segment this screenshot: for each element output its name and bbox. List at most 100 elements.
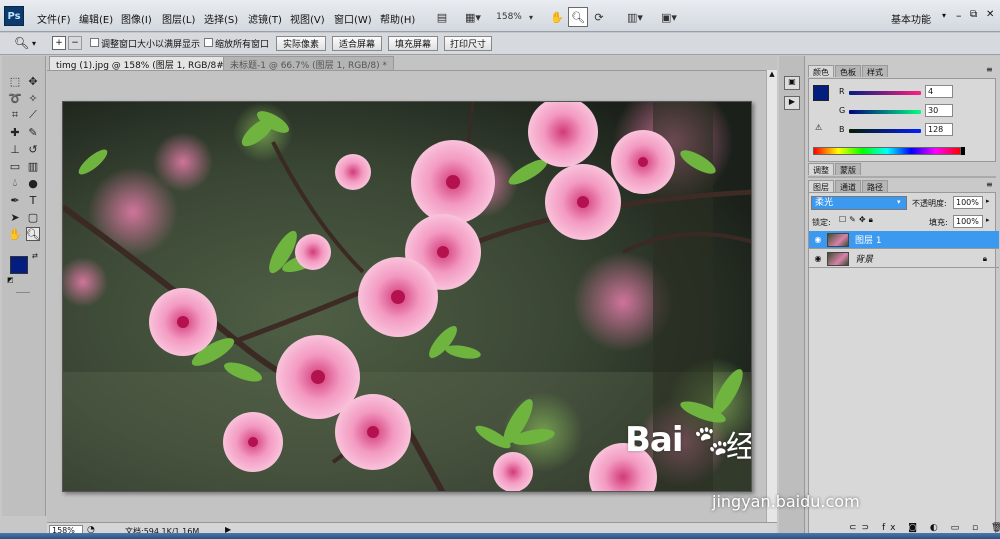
lock-options-icons[interactable]: ☐✎✥🔒︎ — [839, 215, 876, 225]
r-value-field[interactable]: 4 — [925, 85, 953, 98]
swap-colors-icon[interactable]: ⇄ — [32, 252, 38, 260]
b-value-field[interactable]: 128 — [925, 123, 953, 136]
menu-edit[interactable]: 编辑(E) — [79, 11, 113, 26]
bridge-icon[interactable]: ▤ — [433, 7, 451, 27]
panel-menu-icon[interactable]: ≡ — [986, 180, 993, 189]
layer-row[interactable]: ◉ 背景 🔒︎ — [809, 250, 999, 268]
marquee-tool-icon[interactable]: ⬚ — [8, 74, 22, 88]
tab-channels[interactable]: 通道 — [835, 180, 861, 192]
hand-tool-icon[interactable]: ✋ — [8, 227, 22, 241]
restore-icon[interactable]: ⧉ — [970, 9, 977, 20]
clone-stamp-tool-icon[interactable]: ⊥ — [8, 142, 22, 156]
panel-menu-icon[interactable]: ≡ — [986, 65, 993, 74]
g-slider[interactable] — [849, 110, 921, 114]
chevron-down-icon[interactable]: ▾ — [526, 7, 536, 27]
right-panel: 颜色 色板 样式 ≡ R 4 G 30 ⚠ B 128 调整 蒙版 图层 通道 … — [806, 56, 1000, 539]
layer-row-selected[interactable]: ◉ 图层 1 — [809, 231, 999, 249]
visibility-eye-icon[interactable]: ◉ — [813, 254, 823, 264]
scroll-up-icon[interactable]: ▲ — [767, 70, 777, 78]
screen-mode-icon[interactable]: ▣▾ — [656, 7, 682, 27]
rotate-view-icon[interactable]: ⟳ — [590, 7, 608, 27]
menu-view[interactable]: 视图(V) — [290, 11, 325, 26]
layer-name: 背景 — [855, 255, 874, 265]
zoom-in-icon[interactable]: + — [52, 36, 66, 50]
lock-icon: 🔒︎ — [982, 253, 987, 263]
panel-icon-strip: ▣ ▶ — [779, 56, 805, 539]
vertical-scrollbar[interactable]: ▲ — [766, 70, 777, 522]
zoom-tool-icon[interactable]: 🔍︎ — [568, 7, 588, 27]
visibility-eye-icon[interactable]: ◉ — [813, 235, 823, 245]
pen-tool-icon[interactable]: ✒ — [8, 193, 22, 207]
healing-brush-tool-icon[interactable]: ✚ — [8, 125, 22, 139]
path-selection-tool-icon[interactable]: ➤ — [8, 210, 22, 224]
menu-layer[interactable]: 图层(L) — [162, 11, 195, 26]
actual-pixels-button[interactable]: 实际像素 — [276, 36, 326, 51]
tab-color[interactable]: 颜色 — [808, 65, 834, 77]
move-tool-icon[interactable]: ✥ — [26, 74, 40, 88]
brush-tool-icon[interactable]: ✎ — [26, 125, 40, 139]
options-bar: 🔍︎ ▾ + − 调整窗口大小以满屏显示 缩放所有窗口 实际像素 适合屏幕 填充… — [0, 33, 1000, 55]
type-tool-icon[interactable]: T — [26, 193, 40, 207]
print-size-button[interactable]: 打印尺寸 — [444, 36, 492, 51]
history-panel-icon[interactable]: ▣ — [784, 76, 800, 90]
b-slider[interactable] — [849, 129, 921, 133]
foreground-color-swatch[interactable] — [10, 256, 28, 274]
black-swatch[interactable] — [961, 147, 965, 155]
zoom-tool-icon[interactable]: 🔍︎ — [26, 227, 40, 241]
tab-paths[interactable]: 路径 — [862, 180, 888, 192]
menu-select[interactable]: 选择(S) — [204, 11, 238, 26]
arrange-documents-icon[interactable]: ▥▾ — [622, 7, 648, 27]
document-tab-active[interactable]: timg (1).jpg @ 158% (图层 1, RGB/8#) * — [49, 56, 242, 71]
zoom-all-windows-checkbox[interactable] — [204, 38, 213, 47]
layers-footer-icons[interactable]: ⊂⊃ fx ◙ ◐ ▭ ▫ 🗑︎ — [849, 523, 1000, 533]
magic-wand-tool-icon[interactable]: ✧ — [26, 91, 40, 105]
hand-tool-icon[interactable]: ✋ — [548, 7, 566, 27]
default-colors-icon[interactable]: ◩ — [7, 276, 14, 284]
zoom-level-dropdown[interactable]: 158% — [494, 7, 524, 27]
zoom-tool-icon[interactable]: 🔍︎ — [14, 36, 29, 50]
opacity-slider-icon[interactable]: ▸ — [986, 197, 990, 205]
view-extras-icon[interactable]: ▦▾ — [460, 7, 486, 27]
dodge-tool-icon[interactable]: ● — [26, 176, 40, 190]
workspace-switcher[interactable]: 基本功能 — [891, 11, 931, 26]
chevron-down-icon[interactable]: ▾ — [32, 39, 36, 48]
warning-icon[interactable]: ⚠ — [815, 123, 822, 132]
close-icon[interactable]: ✕ — [986, 9, 994, 20]
menu-file[interactable]: 文件(F) — [37, 11, 71, 26]
chevron-down-icon[interactable]: ▾ — [942, 11, 946, 20]
menu-help[interactable]: 帮助(H) — [380, 11, 415, 26]
chevron-down-icon[interactable]: ▾ — [897, 198, 901, 206]
history-brush-tool-icon[interactable]: ↺ — [26, 142, 40, 156]
eyedropper-tool-icon[interactable]: ⟋ — [26, 108, 40, 122]
actions-panel-icon[interactable]: ▶ — [784, 96, 800, 110]
crop-tool-icon[interactable]: ⌗ — [8, 108, 22, 122]
tab-swatches[interactable]: 色板 — [835, 65, 861, 77]
menu-filter[interactable]: 滤镜(T) — [248, 11, 282, 26]
menu-window[interactable]: 窗口(W) — [334, 11, 372, 26]
menu-image[interactable]: 图像(I) — [121, 11, 152, 26]
fill-screen-button[interactable]: 填充屏幕 — [388, 36, 438, 51]
minimize-icon[interactable]: – — [956, 9, 962, 22]
tab-adjustments[interactable]: 调整 — [808, 163, 834, 175]
tab-masks[interactable]: 蒙版 — [835, 163, 861, 175]
fill-slider-icon[interactable]: ▸ — [986, 216, 990, 224]
r-slider[interactable] — [849, 91, 921, 95]
blend-mode-select[interactable]: 柔光 — [811, 196, 907, 210]
shape-tool-icon[interactable]: ▢ — [26, 210, 40, 224]
fill-field[interactable]: 100% — [953, 215, 983, 228]
canvas-image[interactable]: Bai 🐾︎ 经验 — [62, 101, 752, 492]
color-foreground-swatch[interactable] — [813, 85, 829, 101]
color-spectrum-bar[interactable] — [813, 147, 961, 155]
eraser-tool-icon[interactable]: ▭ — [8, 159, 22, 173]
fit-screen-button[interactable]: 适合屏幕 — [332, 36, 382, 51]
zoom-out-icon[interactable]: − — [68, 36, 82, 50]
resize-windows-checkbox[interactable] — [90, 38, 99, 47]
gradient-tool-icon[interactable]: ▥ — [26, 159, 40, 173]
blur-tool-icon[interactable]: 💧︎ — [8, 176, 22, 190]
tab-layers[interactable]: 图层 — [808, 180, 834, 192]
g-value-field[interactable]: 30 — [925, 104, 953, 117]
tab-styles[interactable]: 样式 — [862, 65, 888, 77]
opacity-field[interactable]: 100% — [953, 196, 983, 209]
document-tab[interactable]: 未标题-1 @ 66.7% (图层 1, RGB/8) * — [223, 56, 394, 71]
lasso-tool-icon[interactable]: ➰ — [8, 91, 22, 105]
